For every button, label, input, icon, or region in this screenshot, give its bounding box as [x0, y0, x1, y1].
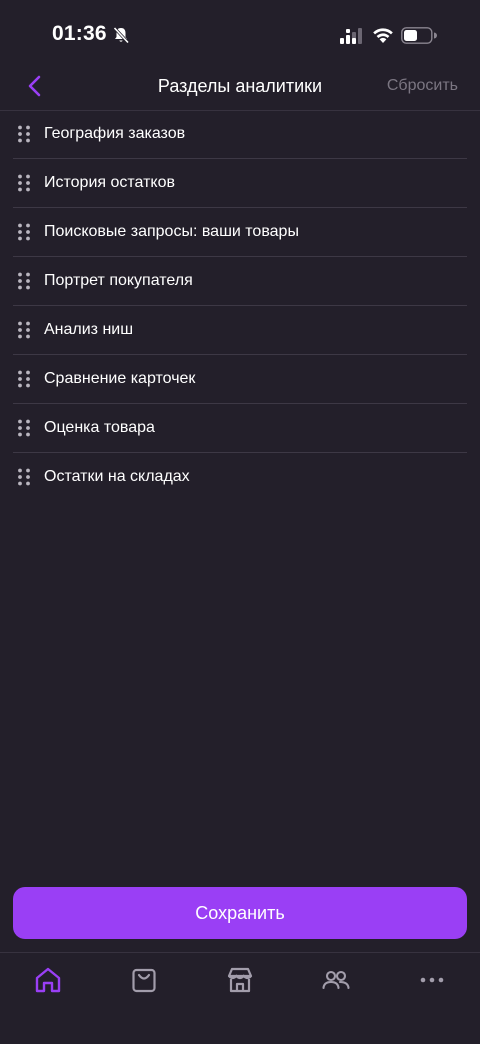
- list-item[interactable]: История остатков: [13, 159, 467, 208]
- section-label: Портрет покупателя: [44, 272, 193, 289]
- bottom-nav: [0, 952, 480, 1044]
- drag-handle-icon[interactable]: [17, 321, 31, 339]
- users-icon[interactable]: [321, 965, 351, 995]
- reset-button[interactable]: Сбросить: [387, 77, 458, 95]
- home-icon[interactable]: [33, 965, 63, 995]
- list-item[interactable]: Сравнение карточек: [13, 355, 467, 404]
- drag-handle-icon[interactable]: [17, 223, 31, 241]
- drag-handle-icon[interactable]: [17, 174, 31, 192]
- cellular-signal-icon: [340, 28, 362, 44]
- section-label: Оценка товара: [44, 419, 155, 436]
- list-item[interactable]: Оценка товара: [13, 404, 467, 453]
- status-bar: 01:36: [0, 0, 480, 70]
- drag-handle-icon[interactable]: [17, 272, 31, 290]
- section-label: Сравнение карточек: [44, 370, 196, 387]
- more-icon[interactable]: [417, 965, 447, 995]
- drag-handle-icon[interactable]: [17, 370, 31, 388]
- drag-handle-icon[interactable]: [17, 419, 31, 437]
- wifi-icon: [373, 28, 393, 43]
- section-label: Остатки на складах: [44, 468, 190, 485]
- list-item[interactable]: Поисковые запросы: ваши товары: [13, 208, 467, 257]
- save-button[interactable]: Сохранить: [13, 887, 467, 939]
- bell-slash-icon: [113, 26, 130, 44]
- section-label: Поисковые запросы: ваши товары: [44, 223, 299, 240]
- shopping-bag-icon[interactable]: [129, 965, 159, 995]
- list-item[interactable]: Анализ ниш: [13, 306, 467, 355]
- status-time: 01:36: [52, 22, 107, 45]
- drag-handle-icon[interactable]: [17, 125, 31, 143]
- store-icon[interactable]: [225, 965, 255, 995]
- section-label: Анализ ниш: [44, 321, 134, 338]
- battery-icon: [401, 27, 437, 44]
- drag-handle-icon[interactable]: [17, 468, 31, 486]
- section-label: География заказов: [44, 125, 186, 142]
- header: Разделы аналитики Сбросить: [0, 62, 480, 111]
- list-item[interactable]: Портрет покупателя: [13, 257, 467, 306]
- list-item[interactable]: География заказов: [13, 110, 467, 159]
- sections-list: География заказов История остатков Поиск…: [13, 110, 467, 501]
- section-label: История остатков: [44, 174, 175, 191]
- list-item[interactable]: Остатки на складах: [13, 453, 467, 501]
